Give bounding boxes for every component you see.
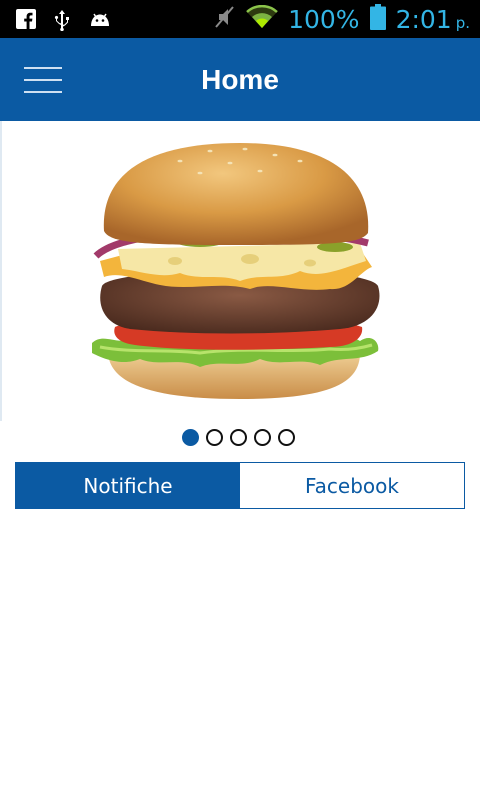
page-title: Home (201, 64, 279, 95)
carousel-pagination (182, 429, 295, 446)
pagination-dot-2[interactable] (206, 429, 223, 446)
usb-icon (52, 9, 74, 32)
segmented-tabs: Notifiche Facebook (15, 462, 465, 509)
image-carousel[interactable] (0, 121, 480, 421)
system-status: 100% 2:01 p. (214, 4, 470, 34)
pagination-dot-5[interactable] (278, 429, 295, 446)
wifi-icon (246, 4, 278, 33)
clock-ampm: p. (455, 14, 470, 32)
facebook-icon (16, 9, 38, 29)
status-bar: 100% 2:01 p. (0, 0, 480, 38)
battery-icon (369, 4, 386, 34)
pagination-dot-1[interactable] (182, 429, 199, 446)
pagination-dot-3[interactable] (230, 429, 247, 446)
app-bar: Home (0, 38, 480, 121)
mute-icon (214, 5, 236, 33)
tab-facebook[interactable]: Facebook (240, 463, 464, 508)
notification-icons (16, 9, 110, 32)
menu-button[interactable] (24, 65, 62, 95)
burger-image (92, 143, 380, 399)
tab-notifiche[interactable]: Notifiche (16, 463, 240, 508)
pagination-dot-4[interactable] (254, 429, 271, 446)
clock-time: 2:01 (395, 4, 452, 34)
battery-percent: 100% (288, 4, 360, 34)
android-icon (88, 9, 110, 29)
